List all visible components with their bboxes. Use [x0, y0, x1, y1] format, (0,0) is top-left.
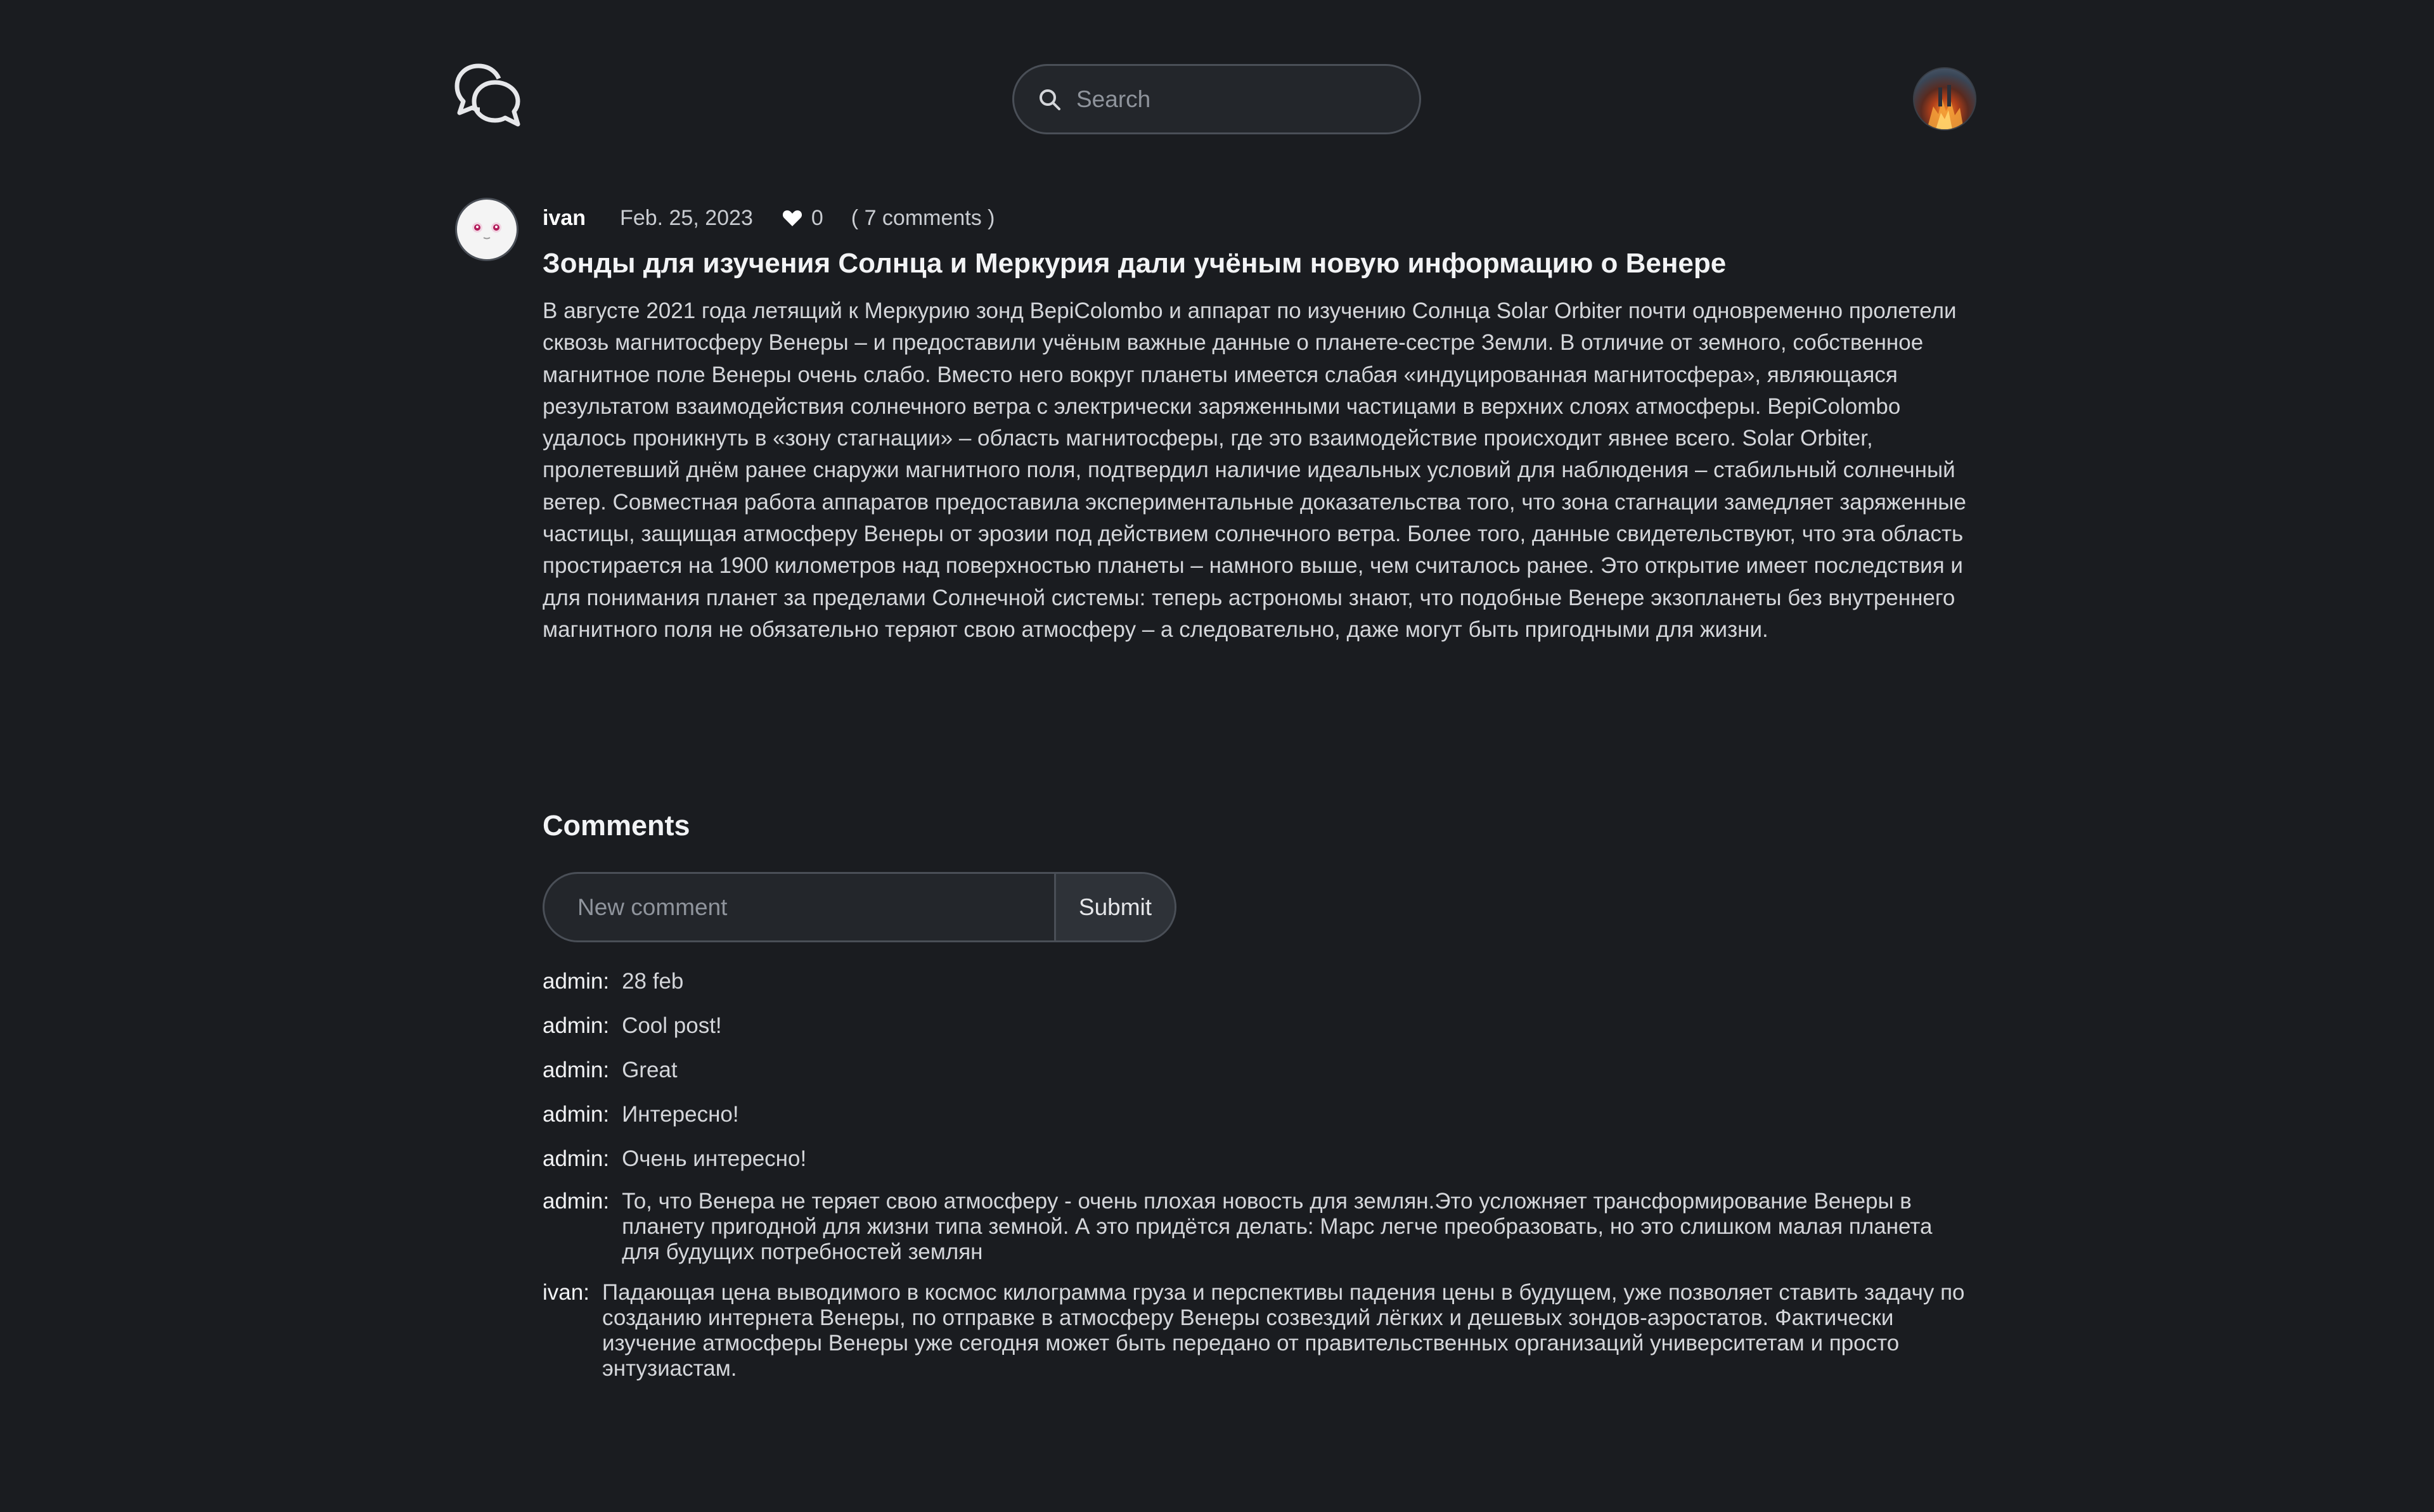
comment-author[interactable]: admin:	[543, 1100, 609, 1129]
search-bar[interactable]	[1012, 64, 1421, 134]
page: ivan Feb. 25, 2023 0 ( 7 comments ) Зонд…	[0, 0, 2434, 1512]
like-count: 0	[811, 205, 823, 230]
comment-text: То, что Венера не теряет свою атмосферу …	[622, 1189, 1933, 1264]
chat-bubbles-logo-icon[interactable]	[453, 61, 524, 132]
comment-text: Очень интересно!	[622, 1146, 807, 1171]
post-title: Зонды для изучения Солнца и Меркурия дал…	[543, 248, 1727, 279]
post-author[interactable]: ivan	[543, 206, 586, 231]
comment-list: admin: 28 feb admin: Cool post! admin: G…	[543, 967, 1975, 1397]
new-comment-input[interactable]	[544, 874, 1054, 940]
heart-icon[interactable]	[782, 208, 802, 227]
comment-author[interactable]: ivan:	[543, 1280, 589, 1305]
comment-text: Great	[622, 1058, 678, 1082]
comment-text: 28 feb	[622, 969, 684, 994]
comment-author[interactable]: admin:	[543, 1144, 609, 1174]
author-avatar[interactable]	[455, 198, 518, 261]
post-date: Feb. 25, 2023	[620, 205, 753, 230]
comment-author[interactable]: admin:	[543, 967, 609, 996]
post-meta: ivan Feb. 25, 2023 0 ( 7 comments )	[543, 204, 995, 232]
user-avatar[interactable]	[1913, 67, 1976, 131]
comment-item: admin: Очень интересно!	[543, 1144, 1975, 1174]
post-body: В августе 2021 года летящий к Меркурию з…	[543, 298, 1966, 642]
submit-button[interactable]: Submit	[1054, 874, 1175, 940]
comment-author[interactable]: admin:	[543, 1189, 609, 1214]
comment-form: Submit	[543, 872, 1176, 942]
comment-item: ivan: Падающая цена выводимого в космос …	[543, 1280, 1975, 1381]
comments-count[interactable]: ( 7 comments )	[851, 206, 995, 231]
comment-item: admin: То, что Венера не теряет свою атм…	[543, 1189, 1975, 1265]
comment-text: Падающая цена выводимого в космос килогр…	[602, 1280, 1965, 1381]
search-icon	[1040, 89, 1060, 110]
comments-heading: Comments	[543, 809, 690, 842]
comment-text: Cool post!	[622, 1013, 722, 1038]
comment-item: admin: Интересно!	[543, 1100, 1975, 1129]
comment-item: admin: 28 feb	[543, 967, 1975, 996]
comment-author[interactable]: admin:	[543, 1011, 609, 1041]
comment-text: Интересно!	[622, 1102, 739, 1127]
comment-author[interactable]: admin:	[543, 1056, 609, 1085]
comment-item: admin: Great	[543, 1056, 1975, 1085]
search-input[interactable]	[1075, 85, 1407, 113]
comment-item: admin: Cool post!	[543, 1011, 1975, 1041]
